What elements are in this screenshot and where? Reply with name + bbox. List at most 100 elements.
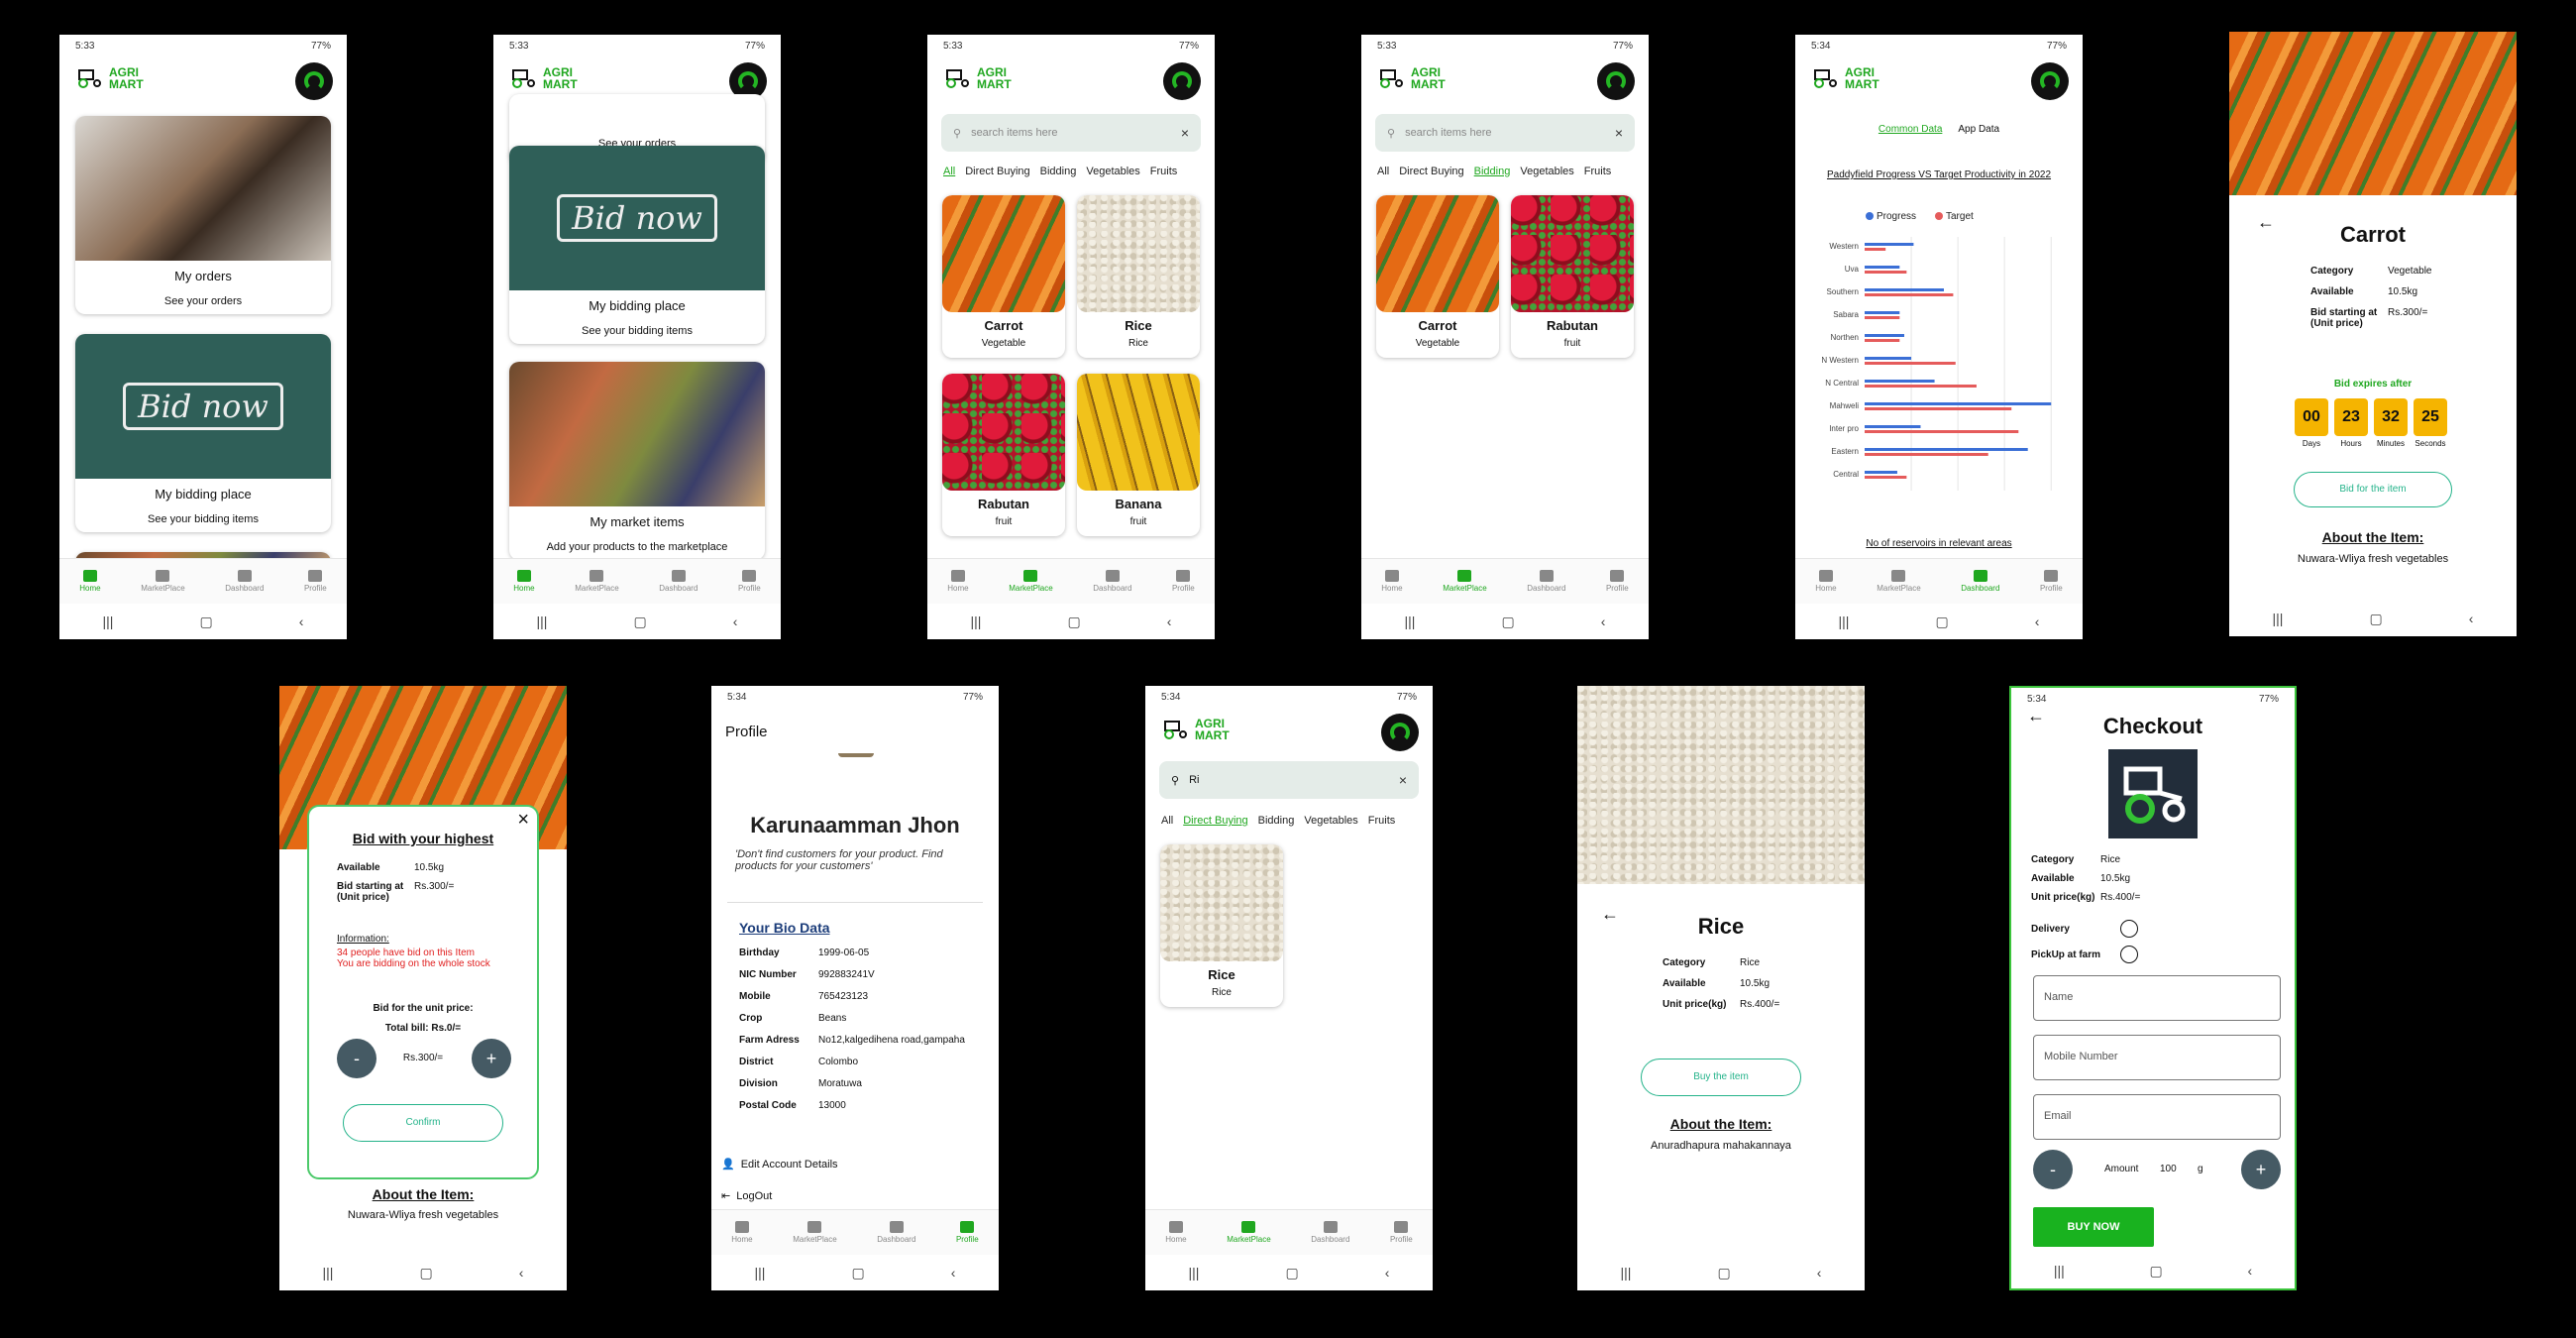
tab-all[interactable]: All	[1161, 815, 1173, 827]
my-market-card[interactable]: My market items Add your products to the…	[509, 362, 765, 560]
tab-all[interactable]: All	[1377, 166, 1389, 177]
nav-dashboard[interactable]: Dashboard	[1527, 570, 1565, 593]
clear-icon[interactable]: ×	[1399, 772, 1407, 788]
nav-profile[interactable]: Profile	[1390, 1221, 1413, 1244]
avatar[interactable]	[2031, 62, 2069, 100]
tab-direct-buying[interactable]: Direct Buying	[1399, 166, 1463, 177]
bid-for-item-button[interactable]: Bid for the item	[2294, 472, 2452, 507]
pickup-radio[interactable]	[2120, 946, 2138, 963]
nav-home[interactable]: Home	[947, 570, 969, 593]
name-field[interactable]: Name	[2033, 975, 2281, 1021]
nav-home[interactable]: Home	[79, 570, 101, 593]
product-card-rabutan[interactable]: Rabutan fruit	[1511, 195, 1634, 358]
recents-button[interactable]: |||	[103, 613, 114, 629]
tab-common-data[interactable]: Common Data	[1878, 124, 1942, 135]
nav-market[interactable]: MarketPlace	[1443, 570, 1487, 593]
nav-profile[interactable]: Profile	[1606, 570, 1629, 593]
nav-profile[interactable]: Profile	[1172, 570, 1195, 593]
avatar[interactable]	[295, 62, 333, 100]
product-card-carrot[interactable]: Carrot Vegetable	[1376, 195, 1499, 358]
tab-direct-buying[interactable]: Direct Buying	[965, 166, 1029, 177]
product-card-banana[interactable]: Banana fruit	[1077, 374, 1200, 536]
delivery-radio[interactable]	[2120, 920, 2138, 938]
bar-progress	[1865, 288, 1944, 291]
edit-account-button[interactable]: 👤 Edit Account Details	[721, 1158, 838, 1171]
nav-profile[interactable]: Profile	[304, 570, 327, 593]
nav-dashboard[interactable]: Dashboard	[1961, 570, 1999, 593]
bar-target	[1865, 293, 1954, 296]
y-tick-label: N Western	[1821, 356, 1859, 365]
tab-app-data[interactable]: App Data	[1958, 124, 1999, 135]
nav-home[interactable]: Home	[1815, 570, 1837, 593]
nav-home[interactable]: Home	[731, 1221, 753, 1244]
mobile-field[interactable]: Mobile Number	[2033, 1035, 2281, 1080]
tab-fruits[interactable]: Fruits	[1150, 166, 1178, 177]
legend-label: Target	[1946, 211, 1974, 222]
my-bidding-card[interactable]: Bid now My bidding place See your biddin…	[509, 146, 765, 344]
status-bar: 5:34 77%	[1811, 41, 2067, 52]
avatar[interactable]	[1381, 714, 1419, 751]
product-card-rabutan[interactable]: Rabutan fruit	[942, 374, 1065, 536]
tab-all[interactable]: All	[943, 166, 955, 177]
tab-fruits[interactable]: Fruits	[1584, 166, 1612, 177]
tab-vegetables[interactable]: Vegetables	[1304, 815, 1357, 827]
screen-market-all: 5:33 77% AGRI MART ⚲ search items here × All…	[927, 35, 1215, 639]
search-input[interactable]: ⚲ Ri ×	[1159, 761, 1419, 799]
tab-bidding[interactable]: Bidding	[1040, 166, 1077, 177]
nav-dashboard[interactable]: Dashboard	[659, 570, 698, 593]
nav-profile[interactable]: Profile	[2040, 570, 2063, 593]
my-orders-card[interactable]: My orders See your orders	[75, 116, 331, 314]
nav-market[interactable]: MarketPlace	[575, 570, 619, 593]
bar-progress	[1865, 402, 2052, 405]
buy-item-button[interactable]: Buy the item	[1641, 1059, 1801, 1096]
tab-vegetables[interactable]: Vegetables	[1520, 166, 1573, 177]
nav-dashboard[interactable]: Dashboard	[225, 570, 264, 593]
tab-bidding[interactable]: Bidding	[1258, 815, 1295, 827]
back-button[interactable]: ‹	[299, 613, 304, 629]
nav-dashboard[interactable]: Dashboard	[1093, 570, 1131, 593]
product-card-rice[interactable]: Rice Rice	[1077, 195, 1200, 358]
nav-dashboard[interactable]: Dashboard	[877, 1221, 915, 1244]
nav-market[interactable]: MarketPlace	[141, 570, 185, 593]
nav-market[interactable]: MarketPlace	[1009, 570, 1053, 593]
dashboard-icon	[1973, 570, 1987, 582]
tab-bidding[interactable]: Bidding	[1474, 166, 1511, 177]
card-title: My market items	[590, 514, 685, 529]
product-card-carrot[interactable]: Carrot Vegetable	[942, 195, 1065, 358]
product-card-rice[interactable]: Rice Rice	[1160, 844, 1283, 1007]
avatar[interactable]	[1163, 62, 1201, 100]
search-input[interactable]: ⚲ search items here ×	[941, 114, 1201, 152]
nav-market[interactable]: MarketPlace	[1877, 570, 1921, 593]
product-name: Carrot	[2339, 222, 2406, 247]
bid-expires-label: Bid expires after	[2333, 379, 2413, 390]
nav-market[interactable]: MarketPlace	[1227, 1221, 1271, 1244]
chart-xlabel: No of reservoirs in relevant areas	[1866, 538, 2012, 549]
nav-home[interactable]: Home	[1165, 1221, 1187, 1244]
nav-home[interactable]: Home	[513, 570, 535, 593]
confirm-button[interactable]: Confirm	[343, 1104, 503, 1142]
status-bar: 5:33 77%	[509, 41, 765, 52]
nav-dashboard[interactable]: Dashboard	[1311, 1221, 1349, 1244]
clear-icon[interactable]: ×	[1181, 125, 1189, 141]
email-field[interactable]: Email	[2033, 1094, 2281, 1140]
tab-vegetables[interactable]: Vegetables	[1086, 166, 1139, 177]
logout-button[interactable]: ⇤ LogOut	[721, 1189, 772, 1203]
my-bidding-card[interactable]: Bid now My bidding place See your biddin…	[75, 334, 331, 532]
nav-market[interactable]: MarketPlace	[793, 1221, 837, 1244]
decrement-button[interactable]: -	[2033, 1150, 2073, 1189]
increment-button[interactable]: +	[472, 1039, 511, 1078]
close-icon[interactable]: ×	[517, 809, 529, 832]
tab-direct-buying[interactable]: Direct Buying	[1183, 815, 1247, 827]
clear-icon[interactable]: ×	[1615, 125, 1623, 141]
tab-fruits[interactable]: Fruits	[1368, 815, 1396, 827]
increment-button[interactable]: +	[2241, 1150, 2281, 1189]
home-button[interactable]: ▢	[199, 613, 212, 630]
nav-profile[interactable]: Profile	[956, 1221, 979, 1244]
search-input[interactable]: ⚲ search items here ×	[1375, 114, 1635, 152]
system-nav: ||| ▢ ‹	[711, 1255, 999, 1290]
chart-title: Paddyfield Progress VS Target Productivi…	[1826, 169, 2052, 180]
nav-home[interactable]: Home	[1381, 570, 1403, 593]
nav-profile[interactable]: Profile	[738, 570, 761, 593]
buy-now-button[interactable]: BUY NOW	[2033, 1207, 2154, 1247]
avatar[interactable]	[1597, 62, 1635, 100]
